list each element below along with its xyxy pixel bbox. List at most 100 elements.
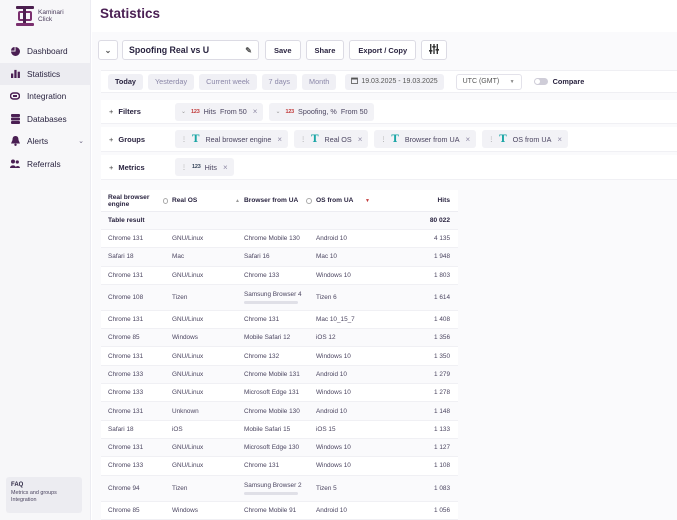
table-row[interactable]: Chrome 131 GNU/Linux Chrome 131 Mac 10_15_7… (101, 311, 458, 330)
table-row[interactable]: Chrome 131 GNU/Linux Chrome Mobile 130 Andr… (101, 230, 458, 249)
close-icon[interactable]: × (223, 163, 228, 172)
column-header-browser-from-ua[interactable]: Browser from UA (244, 197, 316, 204)
cell-hits: 1 948 (374, 253, 458, 260)
cell-text: 1 127 (434, 444, 450, 452)
cell-text: Chrome 85 (108, 334, 140, 342)
cell-real-os: GNU/Linux (172, 353, 244, 360)
tab-yesterday[interactable]: Yesterday (147, 73, 195, 90)
filter-chip-hits[interactable]: ⌄ 123 Hits From 50 × (175, 102, 264, 121)
column-header-real-os[interactable]: Real OS ▲ (172, 197, 244, 204)
settings-sliders-button[interactable] (421, 40, 448, 60)
table-row[interactable]: Chrome 85 Windows Mobile Safari 12 iOS 12 1 … (101, 329, 458, 348)
close-icon[interactable]: × (253, 107, 258, 116)
group-chip-os-from-ua[interactable]: ⋮ T OS from UA × (482, 130, 569, 148)
metric-chip-hits[interactable]: ⋮ 123 Hits × (175, 158, 234, 176)
column-header-hits[interactable]: Hits (374, 197, 458, 204)
table-row[interactable]: Chrome 133 GNU/Linux Chrome 131 Windows 10 1… (101, 457, 458, 476)
cell-scrollbar[interactable] (244, 491, 298, 495)
sidebar-item-integration[interactable]: Integration (0, 85, 91, 108)
group-chip-browser-from-ua[interactable]: ⋮ T Browser from UA × (374, 130, 477, 148)
sidebar-item-dashboard[interactable]: Dashboard (0, 40, 91, 63)
drag-handle-icon[interactable]: ⋮ (181, 136, 187, 143)
timezone-value: UTC (GMT) (462, 78, 500, 85)
close-icon[interactable]: × (466, 135, 471, 144)
column-header-real-browser-engine[interactable]: Real browser engine (101, 194, 172, 208)
compare-toggle[interactable] (533, 78, 548, 85)
groups-add-button[interactable]: + Groups (101, 135, 175, 144)
drag-handle-icon[interactable]: ⋮ (488, 136, 494, 143)
cell-hits: 1 133 (374, 426, 458, 433)
cell-text: Chrome 131 (108, 407, 144, 415)
column-header-os-from-ua[interactable]: OS from UA ▼ (316, 197, 374, 204)
sidebar-item-databases[interactable]: Databases (0, 108, 91, 131)
logo[interactable]: Kaminari Click (16, 6, 64, 26)
total-label: Table result (108, 217, 145, 224)
close-icon[interactable]: × (557, 135, 562, 144)
table-row[interactable]: Chrome 131 Unknown Chrome Mobile 130 Androi… (101, 402, 458, 421)
cell-text: Mac 10 (316, 253, 337, 261)
metrics-row: + Metrics ⋮ 123 Hits × (101, 155, 677, 180)
filter-chip-spoofing[interactable]: ⌄ 123 Spoofing, % From 50 (269, 102, 374, 121)
cell-hits: 1 803 (374, 272, 458, 279)
cell-text: Tizen (172, 484, 188, 492)
pencil-icon[interactable]: ✎ (245, 46, 252, 55)
table-row[interactable]: Chrome 133 GNU/Linux Chrome Mobile 131 Andr… (101, 365, 458, 385)
cell-os-from-ua: Mac 10 (316, 253, 374, 260)
cell-browser-from-ua: Samsung Browser 4 (244, 291, 316, 304)
table-row[interactable]: Chrome 85 Windows Chrome Mobile 91 Android … (101, 502, 458, 520)
tab-month[interactable]: Month (302, 73, 337, 90)
group-chip-real-browser-engine[interactable]: ⋮ T Real browser engine × (175, 130, 289, 148)
number-type-icon: 123 (192, 164, 201, 170)
table-row[interactable]: Chrome 131 GNU/Linux Microsoft Edge 130 Win… (101, 438, 458, 458)
cell-browser-from-ua: Chrome 131 (244, 316, 316, 323)
close-icon[interactable]: × (358, 135, 363, 144)
collapse-button[interactable]: ⌄ (98, 40, 118, 60)
table-row[interactable]: Chrome 131 GNU/Linux Chrome 132 Windows 10 1… (101, 347, 458, 366)
export-copy-button[interactable]: Export / Copy (349, 40, 417, 60)
metrics-add-button[interactable]: + Metrics (101, 163, 175, 172)
cell-real-browser-engine: Chrome 133 (101, 389, 172, 396)
table-row[interactable]: Chrome 94 Tizen Samsung Browser 2 Tizen 5 1 … (101, 475, 458, 502)
cell-os-from-ua: Windows 10 (316, 272, 374, 279)
date-range-picker[interactable]: 19.03.2025 - 19.03.2025 (345, 73, 444, 90)
save-button[interactable]: Save (265, 40, 301, 60)
tab-current-week[interactable]: Current week (199, 73, 257, 90)
timezone-select[interactable]: UTC (GMT) ▼ (455, 73, 522, 90)
cell-scrollbar[interactable] (244, 300, 298, 304)
cell-text: Chrome 133 (108, 462, 144, 470)
info-icon[interactable] (306, 197, 312, 204)
cell-text: GNU/Linux (172, 235, 204, 243)
cell-text: 1 083 (434, 484, 450, 492)
sidebar-item-referrals[interactable]: Referrals (0, 153, 91, 176)
drag-handle-icon[interactable]: ⋮ (181, 164, 187, 171)
cell-text: Chrome 133 (108, 389, 144, 397)
info-icon[interactable] (162, 197, 168, 204)
table-row[interactable]: Chrome 133 GNU/Linux Microsoft Edge 131 Win… (101, 384, 458, 403)
sort-icon[interactable]: ▲ (235, 198, 240, 204)
tab-today[interactable]: Today (108, 73, 143, 90)
cell-hits: 1 279 (374, 371, 458, 378)
sidebar-item-statistics[interactable]: Statistics (0, 62, 91, 85)
cell-real-browser-engine: Chrome 131 (101, 316, 172, 323)
table-row[interactable]: Chrome 131 GNU/Linux Chrome 133 Windows 10 1… (101, 267, 458, 285)
cell-real-browser-engine: Chrome 108 (101, 294, 172, 301)
tab-7-days[interactable]: 7 days (261, 73, 298, 90)
group-chip-real-os[interactable]: ⋮ T Real OS × (294, 130, 369, 148)
drag-handle-icon[interactable]: ⋮ (380, 136, 386, 143)
cell-browser-from-ua: Chrome Mobile 91 (244, 507, 316, 514)
table-row[interactable]: Safari 18 Mac Safari 16 Mac 10 1 948 (101, 248, 458, 267)
share-button[interactable]: Share (305, 40, 345, 60)
sort-desc-icon[interactable]: ▼ (365, 198, 370, 204)
people-icon (10, 159, 20, 169)
cell-real-browser-engine: Chrome 131 (101, 408, 172, 415)
sidebar-item-alerts[interactable]: Alerts ⌄ (0, 130, 91, 153)
drag-handle-icon[interactable]: ⋮ (300, 136, 306, 143)
cell-text: Windows 10 (316, 352, 351, 360)
report-name-field[interactable]: Spoofing Real vs U ✎ (122, 40, 259, 60)
close-icon[interactable]: × (277, 135, 282, 144)
table-row[interactable]: Chrome 108 Tizen Samsung Browser 4 Tizen 6 1… (101, 284, 458, 311)
cell-text: Android 10 (316, 370, 347, 378)
faq-box[interactable]: FAQ Metrics and groups Integration (6, 477, 82, 513)
filters-add-button[interactable]: + Filters (101, 107, 175, 116)
table-row[interactable]: Safari 18 iOS Mobile Safari 15 iOS 15 1 133 (101, 421, 458, 439)
